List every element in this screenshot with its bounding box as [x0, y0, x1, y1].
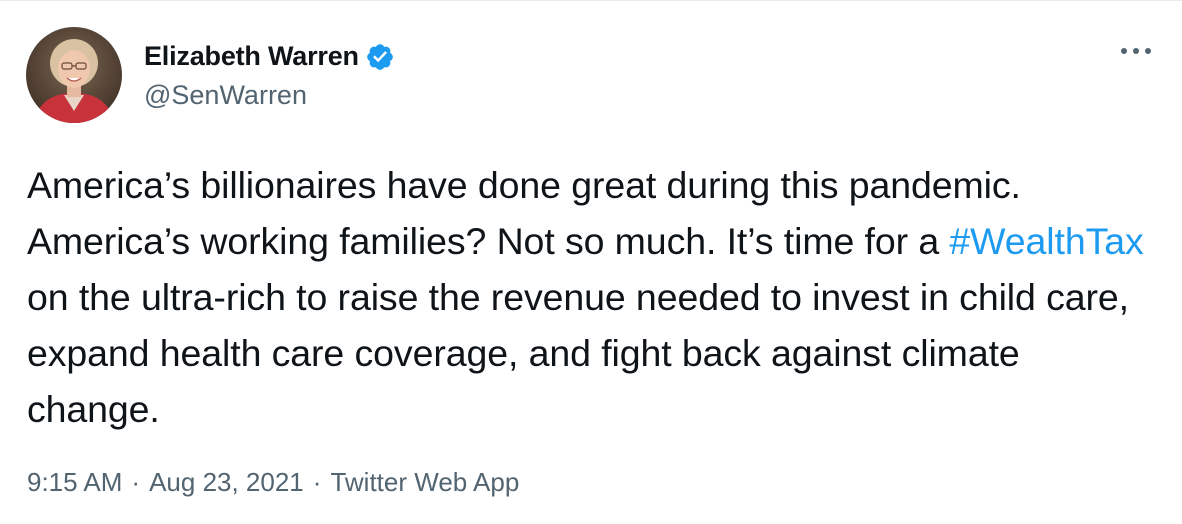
author-identity: Elizabeth Warren @SenWarren [144, 40, 395, 111]
more-horizontal-icon [1121, 48, 1151, 54]
verified-badge-icon [365, 42, 395, 72]
tweet-header: Elizabeth Warren @SenWarren [26, 27, 395, 123]
avatar-image [26, 27, 122, 123]
tweet-text: America’s billionaires have done great d… [27, 157, 1157, 437]
tweet-meta: 9:15 AM · Aug 23, 2021 · Twitter Web App [27, 467, 519, 498]
hashtag-link[interactable]: #WealthTax [949, 220, 1143, 262]
more-options-button[interactable] [1116, 31, 1156, 71]
meta-separator: · [131, 467, 141, 497]
author-handle[interactable]: @SenWarren [144, 80, 395, 111]
name-row: Elizabeth Warren [144, 40, 395, 74]
tweet-source-link[interactable]: Twitter Web App [330, 467, 519, 498]
tweet-text-before: America’s billionaires have done great d… [27, 164, 1021, 262]
author-display-name[interactable]: Elizabeth Warren [144, 41, 359, 72]
tweet-text-after: on the ultra-rich to raise the revenue n… [27, 276, 1129, 430]
tweet-time-link[interactable]: 9:15 AM [27, 467, 122, 498]
tweet-card: Elizabeth Warren @SenWarren America’s bi… [0, 0, 1182, 524]
avatar[interactable] [26, 27, 122, 123]
tweet-date-link[interactable]: Aug 23, 2021 [149, 467, 304, 498]
meta-separator: · [312, 467, 322, 497]
